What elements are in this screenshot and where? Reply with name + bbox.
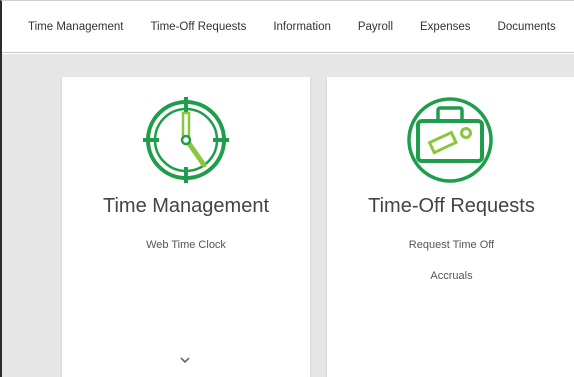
time-management-card[interactable]: Time Management Web Time Clock [62, 77, 310, 377]
chevron-down-icon[interactable] [178, 355, 192, 365]
dashboard-content: Time Management Web Time Clock Time-Off … [2, 54, 574, 377]
nav-item-expenses[interactable]: Expenses [420, 21, 471, 33]
nav-item-documents[interactable]: Documents [498, 21, 556, 33]
nav-item-time-off-requests[interactable]: Time-Off Requests [150, 21, 246, 33]
nav-item-time-management[interactable]: Time Management [28, 21, 123, 33]
nav-item-payroll[interactable]: Payroll [358, 21, 393, 33]
request-time-off-link[interactable]: Request Time Off [327, 239, 574, 251]
accruals-link[interactable]: Accruals [327, 270, 574, 282]
card-title: Time-Off Requests [368, 195, 535, 217]
app-window: Time Management Time-Off Requests Inform… [0, 0, 574, 377]
time-off-requests-card[interactable]: Time-Off Requests Request Time Off Accru… [327, 77, 574, 377]
nav-item-information[interactable]: Information [273, 21, 331, 33]
top-navigation: Time Management Time-Off Requests Inform… [2, 1, 574, 53]
clock-icon [143, 97, 229, 183]
card-title: Time Management [103, 195, 269, 217]
web-time-clock-link[interactable]: Web Time Clock [62, 239, 310, 251]
suitcase-icon [407, 97, 493, 183]
